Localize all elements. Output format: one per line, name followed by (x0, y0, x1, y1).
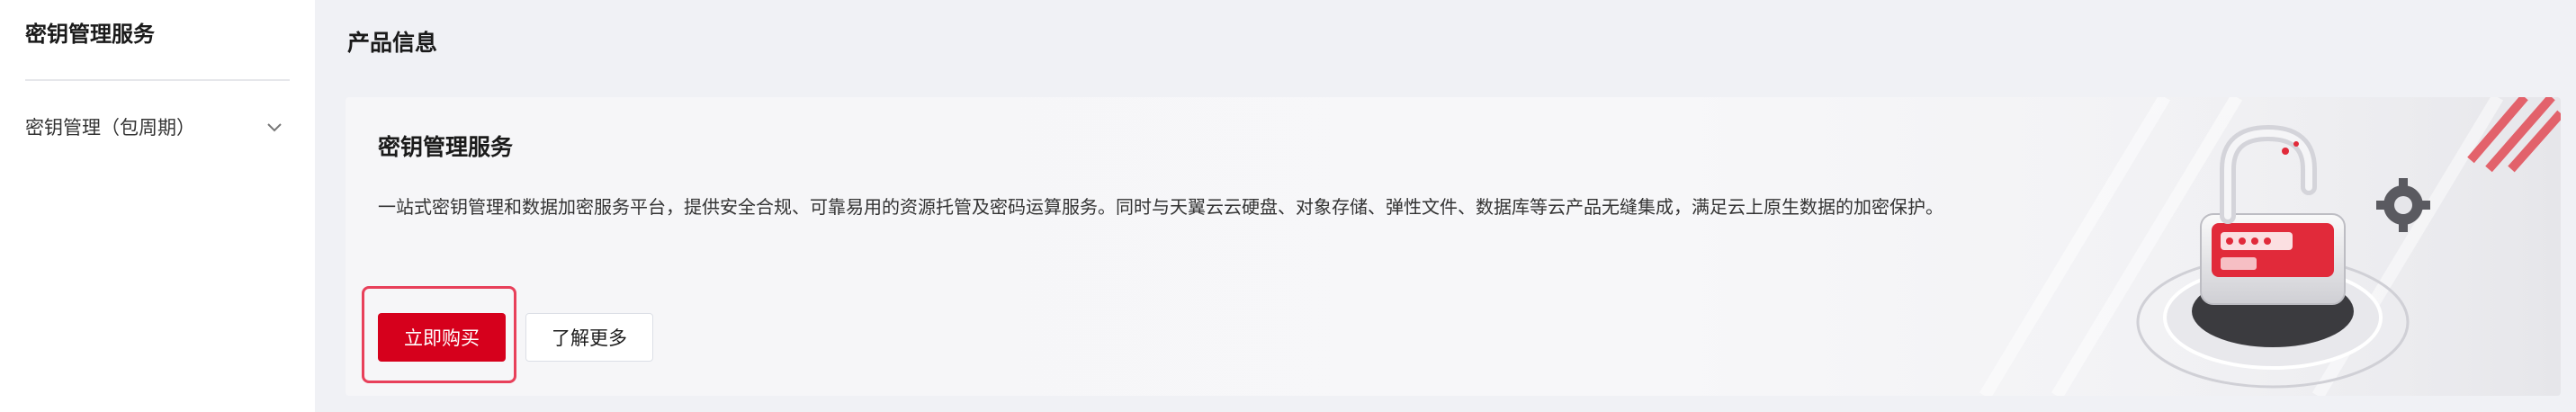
page-title: 产品信息 (347, 30, 438, 56)
sidebar-item-key-management-subscription[interactable]: 密钥管理（包周期） (0, 106, 315, 148)
buy-now-button[interactable]: 立即购买 (378, 313, 506, 362)
learn-more-button[interactable]: 了解更多 (525, 313, 653, 362)
page: 密钥管理服务 密钥管理（包周期） 产品信息 密钥管理服务 一站式密钥管理和数据加… (0, 0, 2576, 412)
sidebar-divider (25, 79, 290, 81)
product-card: 密钥管理服务 一站式密钥管理和数据加密服务平台，提供安全合规、可靠易用的资源托管… (346, 97, 2561, 396)
sidebar-title: 密钥管理服务 (25, 22, 155, 47)
sidebar-item-label: 密钥管理（包周期） (25, 117, 195, 139)
product-title: 密钥管理服务 (378, 134, 514, 160)
product-description: 一站式密钥管理和数据加密服务平台，提供安全合规、可靠易用的资源托管及密码运算服务… (378, 196, 1943, 218)
chevron-down-icon (267, 123, 282, 132)
padlock-illustration (1931, 97, 2561, 396)
sidebar: 密钥管理服务 密钥管理（包周期） (0, 0, 315, 412)
